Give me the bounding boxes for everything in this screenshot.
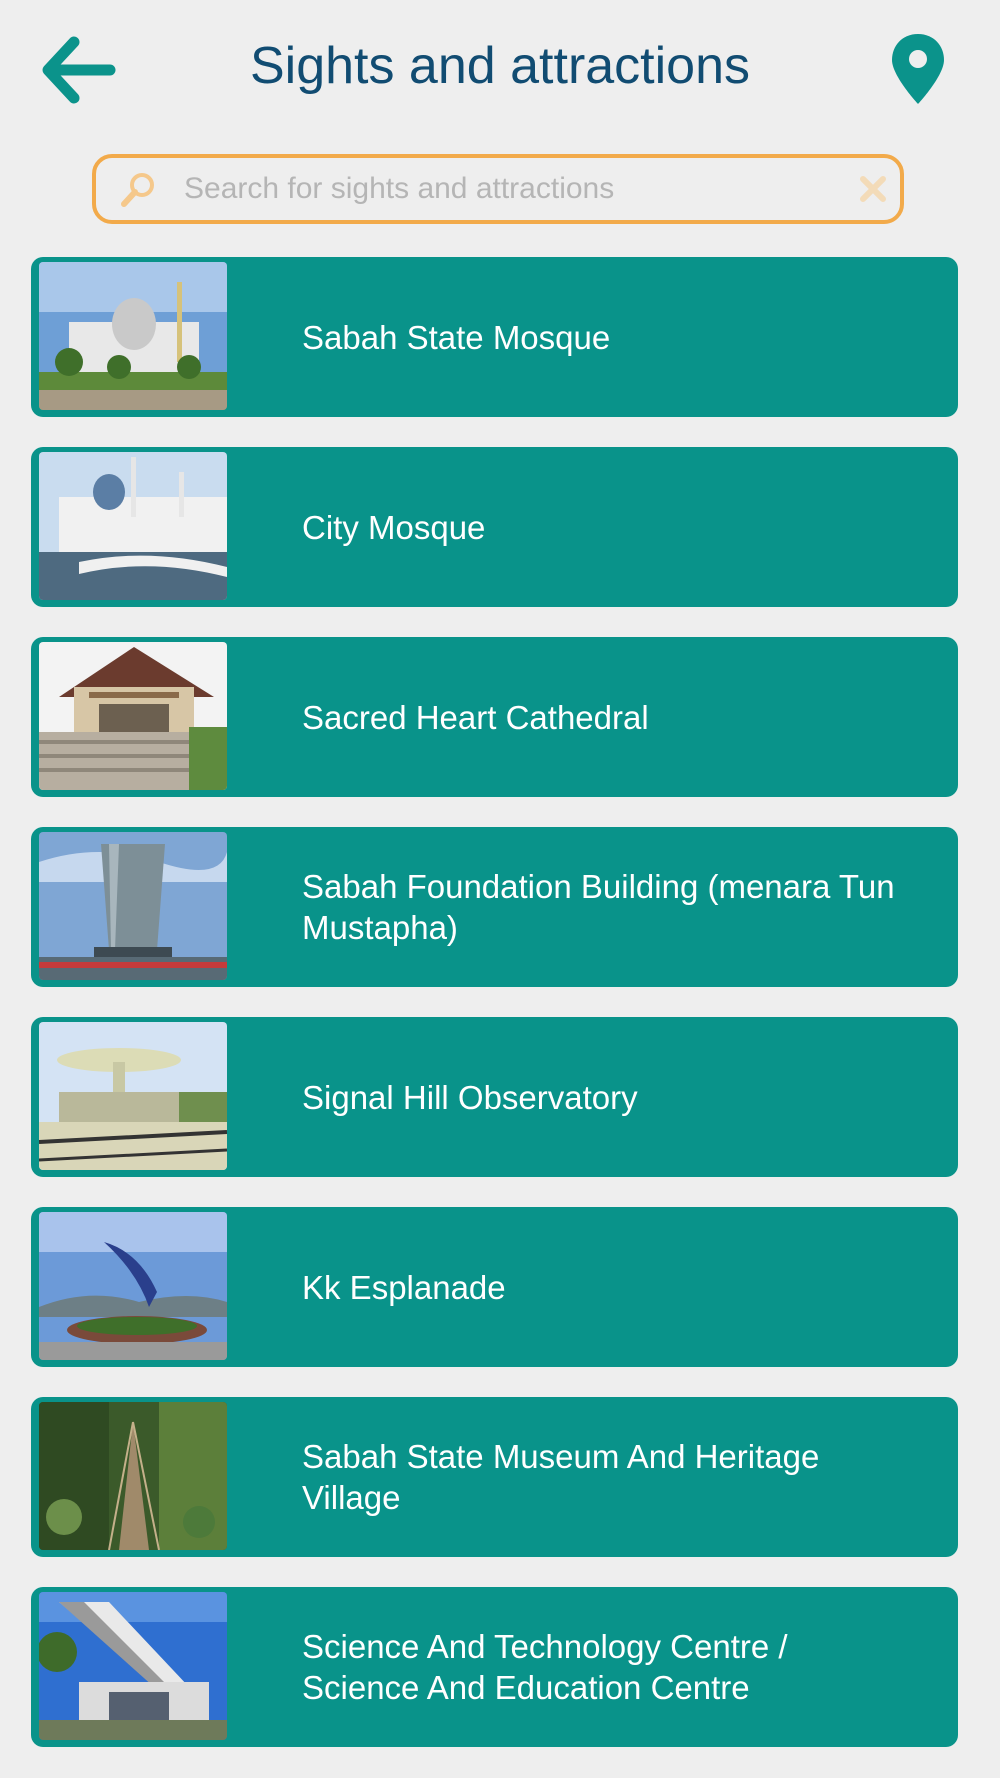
list-item[interactable]: Sabah State Mosque [31,257,958,417]
list-item[interactable]: Sabah Foundation Building (menara Tun Mu… [31,827,958,987]
thumbnail-image [39,1022,227,1170]
page-title: Sights and attractions [249,37,751,95]
list-item[interactable]: Sabah State Museum And Heritage Village [31,1397,958,1557]
list-item-label: Sacred Heart Cathedral [302,698,649,736]
list-item[interactable]: City Mosque [31,447,958,607]
list-item-label: Kk Esplanade [302,1268,506,1306]
search-icon [121,173,154,207]
arrow-left-icon [42,36,116,104]
list-item-label: Sabah Foundation Building (menara Tun Mu… [302,868,895,946]
attractions-list: Sabah State Mosque City Mosque Sacred He… [31,257,958,1777]
top-bar: Sights and attractions [0,0,1000,135]
thumbnail-image [39,1212,227,1360]
map-button[interactable] [888,32,948,106]
list-item-label: Science And Technology Centre / Science … [302,1628,788,1706]
list-item-label: City Mosque [302,508,486,546]
list-item[interactable]: Signal Hill Observatory [31,1017,958,1177]
list-item-label: Sabah State Mosque [302,318,611,356]
thumbnail-image [39,642,227,790]
list-item[interactable]: Kk Esplanade [31,1207,958,1367]
list-item[interactable]: Sacred Heart Cathedral [31,637,958,797]
list-item-label: Signal Hill Observatory [302,1078,638,1116]
search-bar [92,154,904,224]
search-input[interactable] [184,166,824,212]
thumbnail-image [39,452,227,600]
list-item-label: Sabah State Museum And Heritage Village [302,1438,820,1516]
back-button[interactable] [40,34,120,106]
list-item[interactable]: Science And Technology Centre / Science … [31,1587,958,1747]
map-pin-icon [892,34,944,104]
thumbnail-image [39,1592,227,1740]
close-icon[interactable] [856,172,890,206]
thumbnail-image [39,1402,227,1550]
thumbnail-image [39,832,227,980]
thumbnail-image [39,262,227,410]
